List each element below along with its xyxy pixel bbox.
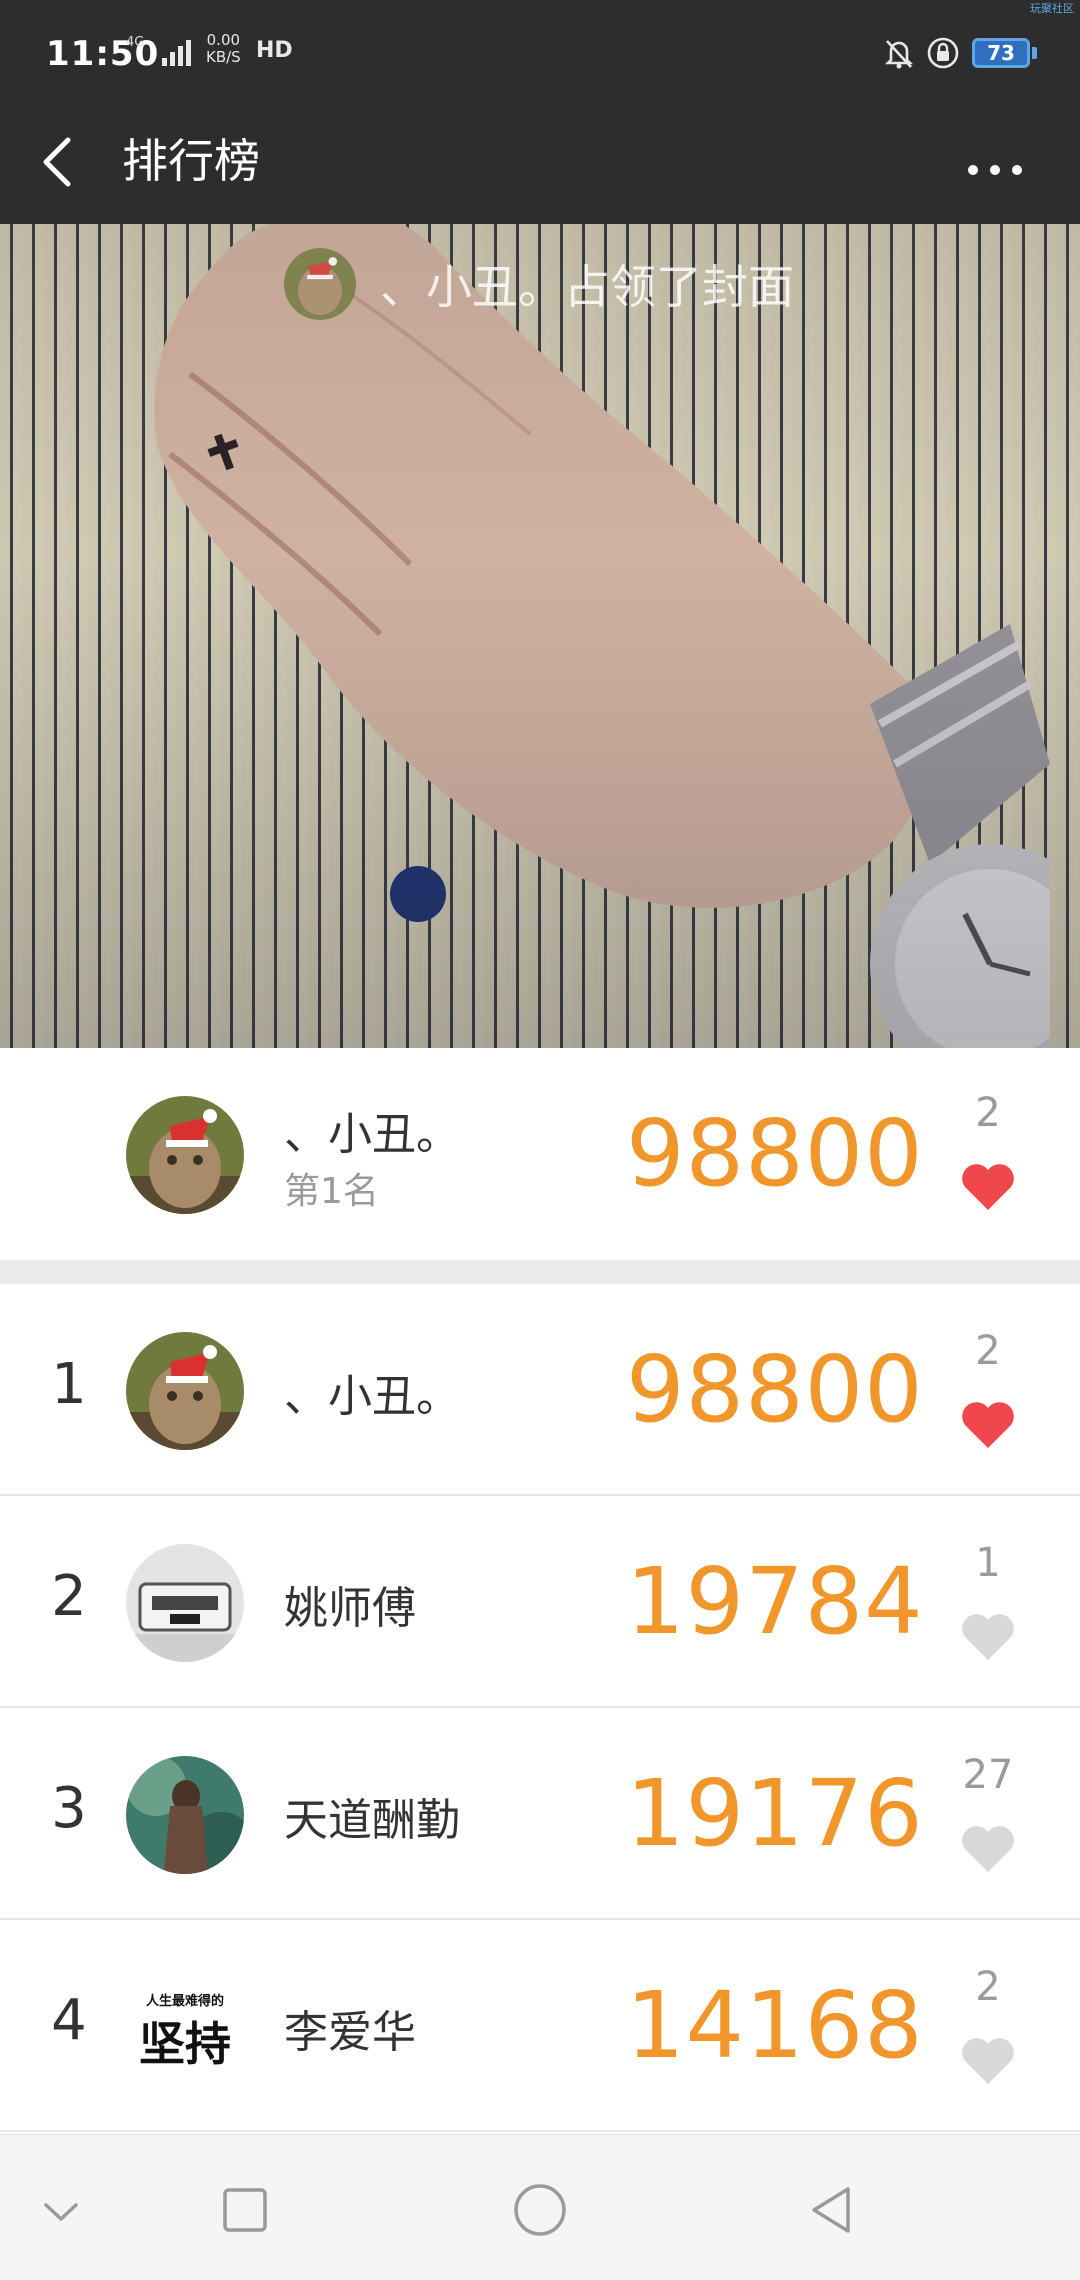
circle-icon[interactable] <box>505 2175 575 2245</box>
rank-number: 3 <box>51 1776 87 1841</box>
rank-number: 1 <box>51 1352 87 1417</box>
battery-indicator: 73 <box>972 38 1030 68</box>
more-horizontal-icon[interactable] <box>960 128 1030 198</box>
user-name: 天道酬勤 <box>284 1795 460 1846</box>
user-name: 李爱华 <box>284 2007 416 2058</box>
battery-cap <box>1032 47 1037 59</box>
navigation-bar <box>0 2134 1080 2280</box>
chevron-down-icon[interactable] <box>26 2175 96 2245</box>
top-bar: 11:50 4G 0.00 KB/S HD 73 玩聚社区 排行榜 <box>0 0 1080 224</box>
speed-value: 0.00 <box>206 31 241 49</box>
rotation-lock-icon <box>927 37 959 69</box>
heart-icon[interactable] <box>960 1824 1016 1874</box>
like-count: 2 <box>975 1090 1001 1136</box>
avatar-calligraphy-large: 坚持 <box>139 2017 231 2071</box>
avatar[interactable] <box>126 1544 244 1662</box>
user-name: 、小丑。 <box>284 1371 460 1422</box>
square-icon[interactable] <box>210 2175 280 2245</box>
chevron-left-icon[interactable] <box>30 122 90 202</box>
heart-icon[interactable] <box>960 2036 1016 2086</box>
heart-icon[interactable] <box>960 1400 1016 1450</box>
champion-name: 、小丑。 <box>284 1109 460 1160</box>
banner-shade <box>0 224 1080 1048</box>
user-score: 19176 <box>626 1760 924 1867</box>
status-bar: 11:50 4G 0.00 KB/S HD 73 玩聚社区 <box>0 0 1080 110</box>
user-name: 姚师傅 <box>284 1583 416 1634</box>
rank-number: 4 <box>51 1988 87 2053</box>
avatar[interactable] <box>126 1332 244 1450</box>
user-score: 98800 <box>626 1336 924 1443</box>
avatar-calligraphy-small: 人生最难得的 <box>145 1994 224 2009</box>
rank-number: 2 <box>51 1564 87 1629</box>
page-title: 排行榜 <box>122 134 260 188</box>
like-count: 2 <box>975 1964 1001 2010</box>
champion-score: 98800 <box>626 1100 924 1207</box>
speed-unit: KB/S <box>206 48 241 66</box>
network-type: 4G <box>126 35 145 50</box>
corner-watermark: 玩聚社区 <box>1030 2 1074 15</box>
like-count: 2 <box>975 1328 1001 1374</box>
ranking-row[interactable]: 1 、小丑。 98800 2 <box>0 1284 1080 1496</box>
triangle-back-icon[interactable] <box>798 2175 868 2245</box>
ranking-row[interactable]: 4 人生最难得的 坚持 李爱华 14168 2 <box>0 1920 1080 2132</box>
avatar[interactable] <box>126 1756 244 1874</box>
title-bar: 排行榜 <box>0 110 1080 224</box>
champion-card[interactable]: 、小丑。 第1名 98800 2 <box>0 1048 1080 1260</box>
avatar[interactable] <box>126 1096 244 1214</box>
ranking-row[interactable]: 3 天道酬勤 19176 27 <box>0 1708 1080 1920</box>
cover-owner-avatar <box>284 248 356 320</box>
cover-caption: 、小丑。占领了封面 <box>380 260 794 314</box>
like-count: 1 <box>975 1540 1001 1586</box>
section-divider <box>0 1260 1080 1284</box>
heart-icon[interactable] <box>960 1162 1016 1212</box>
like-count: 27 <box>962 1752 1014 1798</box>
cover-owner: 、小丑。占领了封面 <box>284 246 794 322</box>
signal-icon <box>162 40 191 66</box>
avatar[interactable]: 人生最难得的 坚持 <box>126 1968 244 2086</box>
mute-bell-icon <box>884 40 914 69</box>
network-speed: 0.00 KB/S <box>206 32 241 66</box>
ranking-row[interactable]: 2 姚师傅 19784 1 <box>0 1496 1080 1708</box>
champion-rank: 第1名 <box>284 1171 379 1212</box>
hd-badge: HD <box>256 38 293 63</box>
user-score: 14168 <box>626 1972 924 2079</box>
user-score: 19784 <box>626 1548 924 1655</box>
heart-icon[interactable] <box>960 1612 1016 1662</box>
cover-banner[interactable]: 、小丑。占领了封面 <box>0 224 1080 1048</box>
